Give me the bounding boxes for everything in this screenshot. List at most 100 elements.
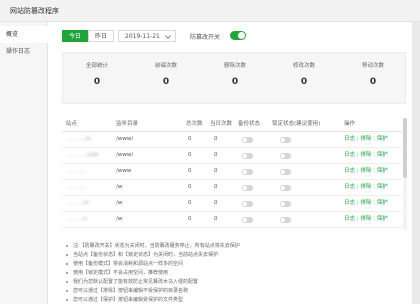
monitor-dir: /www/ [116, 152, 134, 158]
stat-modify: 修改次数 0 [270, 53, 338, 105]
lock-toggle[interactable] [280, 185, 291, 191]
stat-label: 移动次数 [361, 63, 384, 69]
protect-link[interactable]: 保护 [377, 152, 388, 158]
site-name: ..........m [66, 200, 89, 206]
monitor-dir: /w [116, 200, 123, 206]
stat-prefix: 前缀次数 0 [132, 53, 200, 105]
table-row: ............ /www 0 0 日志 | 排除 | 保护 [62, 164, 402, 180]
col-today: 当日次数 [210, 121, 233, 127]
date-picker[interactable]: 2019-11-21 [118, 30, 176, 42]
monitor-dir: /w [116, 228, 122, 230]
lock-toggle[interactable] [280, 217, 291, 223]
total-count: 0 [188, 136, 192, 142]
today-count: 0 [214, 168, 218, 174]
note-text: 我们为您默认配置了能有效防止常见篡改木马入侵的配置 [73, 279, 199, 285]
backup-toggle[interactable] [242, 217, 253, 223]
row-actions: 日志 | 排除 | 保护 [344, 228, 388, 230]
exclude-link[interactable]: 排除 [360, 168, 371, 174]
note-text: 使用【备份模式】将会消耗和源站点一样多的空间 [73, 261, 184, 267]
row-actions: 日志 | 排除 | 保护 [344, 132, 388, 147]
note-item: 使用【锁定模式】不会占用空间，推荐使用 [66, 269, 168, 276]
row-actions: 日志 | 排除 | 保护 [344, 180, 388, 195]
table-row: ............ /w 0 0 日志 | 排除 | 保护 [62, 180, 402, 196]
note-item: 我们为您默认配置了能有效防止常见篡改木马入侵的配置 [66, 278, 198, 285]
backup-toggle[interactable] [242, 201, 253, 207]
lock-toggle[interactable] [280, 137, 291, 143]
protect-link[interactable]: 保护 [377, 200, 388, 206]
table-row: ..........m/w 0 0 日志 | 排除 | 保护 [62, 196, 402, 212]
stat-move: 移动次数 0 [339, 53, 407, 105]
total-count: 0 [188, 200, 192, 206]
note-text: 当站点【备份状态】和【锁定状态】为关闭时，当前站点失去保护 [73, 252, 219, 258]
total-count: 0 [188, 216, 192, 222]
exclude-link[interactable]: 排除 [360, 200, 371, 206]
table-scrollbar[interactable] [403, 118, 407, 230]
today-count: 0 [214, 200, 218, 206]
table-header: 站点 监听目录 总次数 当日次数 备份状态 锁定状态(建议使用) 操作 [62, 118, 402, 132]
sidebar-item-operation-log[interactable]: 操作日志 [0, 43, 48, 60]
backup-toggle[interactable] [242, 169, 253, 175]
col-site: 站点 [66, 121, 78, 127]
bullet-icon [66, 253, 68, 256]
yesterday-button[interactable]: 昨日 [88, 30, 114, 42]
col-backup: 备份状态 [238, 121, 261, 127]
monitor-dir: /www/ [116, 136, 134, 142]
exclude-link[interactable]: 排除 [360, 152, 371, 158]
site-name: ...........m [66, 136, 91, 142]
log-link[interactable]: 日志 [344, 184, 355, 190]
today-count: 0 [214, 216, 218, 222]
protect-link[interactable]: 保护 [377, 216, 388, 222]
lock-toggle[interactable] [280, 201, 291, 207]
log-link[interactable]: 日志 [344, 168, 355, 174]
window-titlebar: 网站防篡改程序 [0, 0, 420, 22]
site-name: ........... [66, 228, 85, 230]
log-link[interactable]: 日志 [344, 200, 355, 206]
today-button[interactable]: 今日 [62, 30, 88, 42]
site-name: ............ [66, 184, 87, 190]
table-row: ........... /w 0 0 日志 | 排除 | 保护 [62, 228, 402, 230]
stat-label: 删除次数 [223, 63, 246, 69]
note-text: 您可以通过【保护】按钮来编辑受保护的文件类型 [73, 297, 184, 303]
exclude-link[interactable]: 排除 [360, 216, 371, 222]
total-count: 0 [188, 184, 192, 190]
col-total: 总次数 [186, 121, 203, 127]
lock-toggle[interactable] [280, 169, 291, 175]
stat-total: 全部统计 0 [63, 53, 131, 105]
note-text: 注:【防篡改开关】状态为关闭时，当防篡改服务停止，所有站点将失去保护 [73, 243, 240, 249]
protect-link[interactable]: 保护 [377, 136, 388, 142]
row-actions: 日志 | 排除 | 保护 [344, 212, 388, 227]
table-row: ..........n/w 0 0 日志 | 排除 | 保护 [62, 212, 402, 228]
tamper-switch-toggle[interactable] [230, 31, 246, 40]
stat-label: 前缀次数 [154, 63, 177, 69]
log-link[interactable]: 日志 [344, 136, 355, 142]
sidebar-item-overview[interactable]: 概览 [0, 26, 48, 43]
stat-value: 0 [300, 77, 308, 87]
tamper-switch-label: 防篡改开关 [190, 34, 221, 41]
backup-toggle[interactable] [242, 137, 253, 143]
today-count: 0 [214, 184, 218, 190]
stats-panel: 全部统计 0 前缀次数 0 删除次数 0 修改次数 0 移动次数 0 [62, 52, 406, 104]
main-panel: 今日 昨日 2019-11-21 防篡改开关 全部统计 0 前缀次数 0 删除次… [48, 22, 412, 304]
backup-toggle[interactable] [242, 153, 253, 159]
stat-value: 0 [93, 77, 101, 87]
protect-link[interactable]: 保护 [377, 168, 388, 174]
lock-toggle[interactable] [280, 153, 291, 159]
backup-toggle[interactable] [242, 185, 253, 191]
log-link[interactable]: 日志 [344, 152, 355, 158]
protect-link[interactable]: 保护 [377, 184, 388, 190]
row-actions: 日志 | 排除 | 保护 [344, 196, 388, 211]
stat-value: 0 [231, 77, 239, 87]
note-item: 注:【防篡改开关】状态为关闭时，当防篡改服务停止，所有站点将失去保护 [66, 242, 240, 249]
bullet-icon [66, 271, 68, 274]
col-dir: 监听目录 [116, 121, 139, 127]
monitor-dir: /w [116, 184, 123, 190]
row-actions: 日志 | 排除 | 保护 [344, 164, 388, 179]
monitor-dir: /w [116, 216, 123, 222]
exclude-link[interactable]: 排除 [360, 136, 371, 142]
col-ops: 操作 [344, 121, 356, 127]
stat-label: 全部统计 [85, 63, 108, 69]
total-count: 0 [188, 228, 192, 230]
log-link[interactable]: 日志 [344, 216, 355, 222]
scroll-thumb[interactable] [403, 118, 407, 178]
exclude-link[interactable]: 排除 [360, 184, 371, 190]
